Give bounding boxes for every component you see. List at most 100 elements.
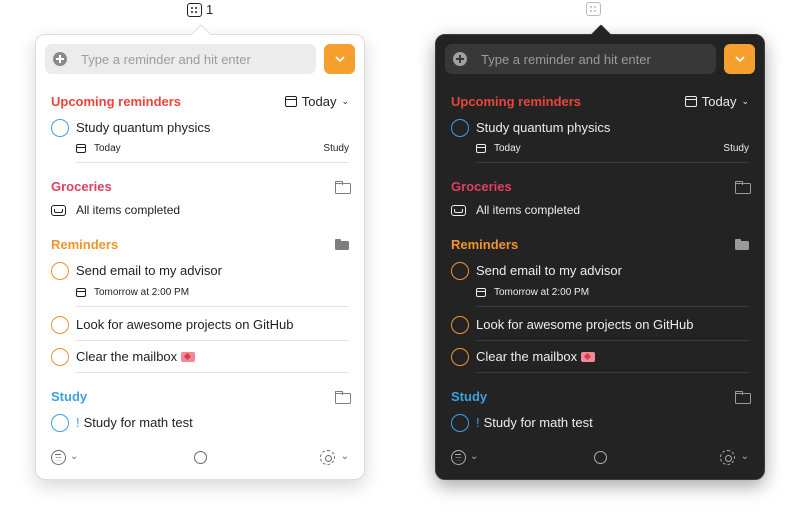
reminders-popover-dark: Upcoming reminders Today ⌄ Study quantum… <box>435 24 765 480</box>
circle-icon[interactable] <box>594 451 607 464</box>
reminder-text[interactable]: Look for awesome projects on GitHub <box>76 317 294 332</box>
reminders-menubar-icon <box>187 2 202 17</box>
folder-icon[interactable] <box>735 238 749 250</box>
new-reminder-field[interactable] <box>45 44 316 74</box>
new-reminder-input[interactable] <box>481 51 701 67</box>
reminder-checkbox[interactable] <box>451 348 469 366</box>
reminder-checkbox[interactable] <box>51 262 69 280</box>
circle-icon[interactable] <box>194 451 207 464</box>
calendar-icon <box>284 95 297 107</box>
reminder-text[interactable]: Study quantum physics <box>476 120 610 135</box>
reminder-text: Clear the mailbox <box>476 349 578 364</box>
popover-footer: ⌄ ⌄ <box>451 450 749 466</box>
calendar-icon <box>76 144 86 153</box>
reminder-date: Today <box>94 143 121 154</box>
reminder-text: Study for math test <box>483 415 593 430</box>
reminder-text-row[interactable]: ! Study for math test <box>76 415 193 430</box>
reminder-list-name: Study <box>723 143 749 154</box>
priority-marker: ! <box>476 415 480 430</box>
reminder-text-row[interactable]: Clear the mailbox <box>76 349 196 364</box>
divider <box>476 306 749 307</box>
tray-icon <box>451 204 466 216</box>
chevron-down-icon: ⌄ <box>470 451 479 462</box>
reminder-meta: Today <box>76 143 121 154</box>
gear-icon[interactable] <box>320 450 335 465</box>
reminder-checkbox[interactable] <box>451 414 469 432</box>
list-select-button[interactable] <box>324 44 355 74</box>
new-reminder-input[interactable] <box>81 51 301 67</box>
groceries-status: All items completed <box>76 203 181 217</box>
chevron-down-icon: ⌄ <box>70 451 79 462</box>
reminder-text[interactable]: Study quantum physics <box>76 120 210 135</box>
reminder-date: Tomorrow at 2:00 PM <box>494 287 590 298</box>
popover-arrow <box>191 24 211 44</box>
chevron-down-icon: ⌄ <box>741 95 749 106</box>
today-dropdown-label: Today <box>301 93 337 109</box>
reminder-text[interactable]: Send email to my advisor <box>76 263 222 278</box>
reminders-popover-light: Upcoming reminders Today ⌄ Study quantum… <box>35 24 365 480</box>
study-header: Study <box>51 387 351 405</box>
reminder-checkbox[interactable] <box>51 348 69 366</box>
today-dropdown[interactable]: Today ⌄ <box>284 93 349 109</box>
reminder-checkbox[interactable] <box>451 262 469 280</box>
divider <box>76 372 349 373</box>
reminders-header: Reminders <box>451 235 749 253</box>
reminder-text[interactable]: Look for awesome projects on GitHub <box>476 317 694 332</box>
reminder-checkbox[interactable] <box>51 316 69 334</box>
gear-icon[interactable] <box>720 450 735 465</box>
chevron-down-icon: ⌄ <box>740 451 749 462</box>
upcoming-title: Upcoming reminders <box>51 93 182 109</box>
new-reminder-row <box>445 44 755 74</box>
love-letter-emoji-icon <box>181 352 196 362</box>
reminder-list-name: Study <box>323 143 349 154</box>
chevron-down-icon <box>335 56 344 62</box>
folder-icon[interactable] <box>335 238 349 250</box>
reminders-title: Reminders <box>451 236 519 252</box>
reminder-text[interactable]: Send email to my advisor <box>476 263 622 278</box>
filter-menu-icon[interactable] <box>51 450 66 465</box>
today-dropdown[interactable]: Today ⌄ <box>684 94 749 109</box>
reminder-text-row[interactable]: ! Study for math test <box>476 415 593 430</box>
upcoming-header: Upcoming reminders Today ⌄ <box>51 92 349 110</box>
filter-menu-icon[interactable] <box>451 450 466 465</box>
reminders-menubar-icon <box>586 2 601 16</box>
reminder-meta: Today <box>476 143 521 154</box>
divider <box>76 340 349 341</box>
menubar-reminders-icon[interactable]: 1 <box>187 2 213 17</box>
reminder-text: Study for math test <box>83 415 193 430</box>
reminder-text: Clear the mailbox <box>76 349 178 364</box>
chevron-down-icon <box>735 56 744 62</box>
chevron-down-icon: ⌄ <box>341 95 349 106</box>
reminders-title: Reminders <box>51 236 119 252</box>
groceries-header: Groceries <box>451 177 751 195</box>
reminder-meta: Tomorrow at 2:00 PM <box>476 287 589 298</box>
reminders-header: Reminders <box>51 235 349 253</box>
divider <box>476 340 749 341</box>
list-select-button[interactable] <box>724 44 755 74</box>
divider <box>76 162 349 163</box>
menubar-reminders-icon-dark[interactable] <box>586 2 601 16</box>
new-reminder-row <box>45 44 355 74</box>
popover-arrow <box>591 24 611 44</box>
folder-icon[interactable] <box>335 390 351 404</box>
popover-footer: ⌄ ⌄ <box>51 450 349 466</box>
calendar-icon <box>76 288 86 297</box>
reminder-checkbox[interactable] <box>51 414 69 432</box>
folder-icon[interactable] <box>335 180 351 194</box>
reminder-checkbox[interactable] <box>451 119 469 137</box>
reminder-text-row[interactable]: Clear the mailbox <box>476 349 596 364</box>
plus-circle-icon <box>53 52 67 66</box>
calendar-icon <box>476 288 486 297</box>
reminder-checkbox[interactable] <box>51 119 69 137</box>
new-reminder-field[interactable] <box>445 44 716 74</box>
reminder-date: Tomorrow at 2:00 PM <box>94 287 190 298</box>
groceries-status-row: All items completed <box>451 203 580 217</box>
chevron-down-icon: ⌄ <box>340 451 349 462</box>
calendar-icon <box>476 144 486 153</box>
reminder-checkbox[interactable] <box>451 316 469 334</box>
plus-circle-icon <box>453 52 467 66</box>
groceries-status: All items completed <box>476 203 581 217</box>
groceries-header: Groceries <box>51 177 351 195</box>
folder-icon[interactable] <box>735 390 751 404</box>
folder-icon[interactable] <box>735 180 751 194</box>
